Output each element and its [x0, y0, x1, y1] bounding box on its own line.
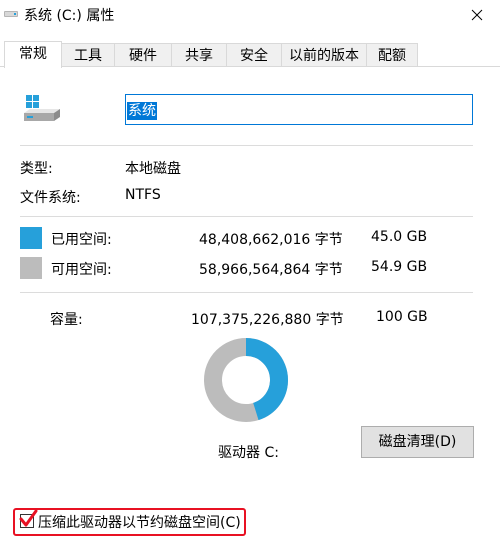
tab-previous-versions[interactable]: 以前的版本: [281, 43, 367, 67]
capacity-bytes: 107,375,226,880 字节: [191, 312, 344, 328]
type-value: 本地磁盘: [125, 161, 181, 177]
free-space-bytes: 58,966,564,864 字节: [199, 262, 343, 278]
free-space-label: 可用空间:: [51, 262, 112, 278]
free-space-swatch: [20, 257, 42, 279]
divider: [20, 145, 473, 146]
drive-name-value: 系统: [127, 102, 157, 120]
tab-sharing[interactable]: 共享: [171, 43, 227, 67]
free-space-size: 54.9 GB: [371, 259, 428, 275]
filesystem-value: NTFS: [125, 187, 161, 203]
capacity-size: 100 GB: [376, 309, 428, 325]
close-icon: [471, 9, 483, 21]
capacity-label: 容量:: [50, 312, 83, 328]
compress-label: 压缩此驱动器以节约磁盘空间(C): [38, 515, 241, 531]
tab-general[interactable]: 常规: [4, 41, 62, 68]
tab-hardware[interactable]: 硬件: [114, 43, 172, 67]
drive-name-input[interactable]: 系统: [125, 94, 473, 125]
divider: [20, 216, 473, 217]
usage-donut-chart: [204, 338, 288, 422]
disk-cleanup-button[interactable]: 磁盘清理(D): [361, 426, 474, 458]
type-label: 类型:: [20, 161, 53, 177]
divider: [20, 292, 473, 293]
drive-icon: [4, 11, 18, 17]
drive-icon-large: [24, 95, 60, 121]
close-button[interactable]: [454, 0, 500, 30]
filesystem-label: 文件系统:: [20, 190, 81, 206]
used-space-bytes: 48,408,662,016 字节: [199, 232, 343, 248]
window-title: 系统 (C:) 属性: [24, 8, 115, 24]
tab-quota[interactable]: 配额: [366, 43, 418, 67]
check-icon: [19, 509, 38, 527]
tab-security[interactable]: 安全: [226, 43, 282, 67]
tab-tools[interactable]: 工具: [61, 43, 115, 67]
tab-strip: 常规 工具 硬件 共享 安全 以前的版本 配额: [0, 41, 500, 68]
used-space-label: 已用空间:: [51, 232, 112, 248]
title-bar: 系统 (C:) 属性: [0, 0, 500, 30]
used-space-swatch: [20, 227, 42, 249]
drive-letter-label: 驱动器 C:: [218, 445, 279, 461]
used-space-size: 45.0 GB: [371, 229, 428, 245]
